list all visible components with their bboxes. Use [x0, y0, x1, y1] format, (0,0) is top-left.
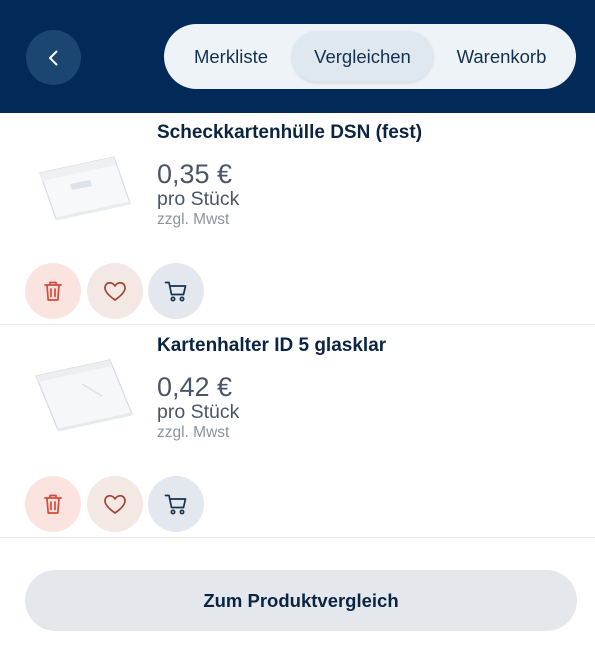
product-item: Kartenhalter ID 5 glasklar 0,42 € pro St…: [0, 326, 595, 538]
cart-icon: [164, 494, 187, 515]
product-title[interactable]: Scheckkartenhülle DSN (fest): [157, 122, 422, 144]
tab-warenkorb[interactable]: Warenkorb: [433, 31, 570, 82]
app-header: Merkliste Vergleichen Warenkorb: [0, 0, 595, 113]
tab-bar: Merkliste Vergleichen Warenkorb: [164, 24, 576, 89]
trash-icon: [44, 494, 62, 514]
add-to-cart-button[interactable]: [148, 263, 204, 319]
back-button[interactable]: [26, 30, 81, 85]
tab-merkliste[interactable]: Merkliste: [170, 31, 292, 82]
heart-icon: [104, 281, 126, 301]
product-title[interactable]: Kartenhalter ID 5 glasklar: [157, 335, 386, 357]
delete-button[interactable]: [25, 476, 81, 532]
tax-note: zzgl. Mwst: [157, 211, 230, 228]
cart-icon: [164, 281, 187, 302]
product-item: Scheckkartenhülle DSN (fest) 0,35 € pro …: [0, 113, 595, 325]
favorite-button[interactable]: [87, 476, 143, 532]
product-price: 0,35 €: [157, 159, 233, 189]
price-unit: pro Stück: [157, 188, 240, 210]
chevron-left-icon: [48, 50, 57, 65]
trash-icon: [44, 281, 62, 301]
product-image[interactable]: [30, 348, 140, 438]
price-unit: pro Stück: [157, 401, 240, 423]
compare-products-button[interactable]: Zum Produktvergleich: [25, 570, 577, 631]
product-image[interactable]: [30, 143, 140, 233]
product-price: 0,42 €: [157, 372, 233, 402]
add-to-cart-button[interactable]: [148, 476, 204, 532]
heart-icon: [104, 494, 126, 514]
tab-vergleichen[interactable]: Vergleichen: [292, 31, 433, 82]
delete-button[interactable]: [25, 263, 81, 319]
tax-note: zzgl. Mwst: [157, 424, 230, 441]
favorite-button[interactable]: [87, 263, 143, 319]
